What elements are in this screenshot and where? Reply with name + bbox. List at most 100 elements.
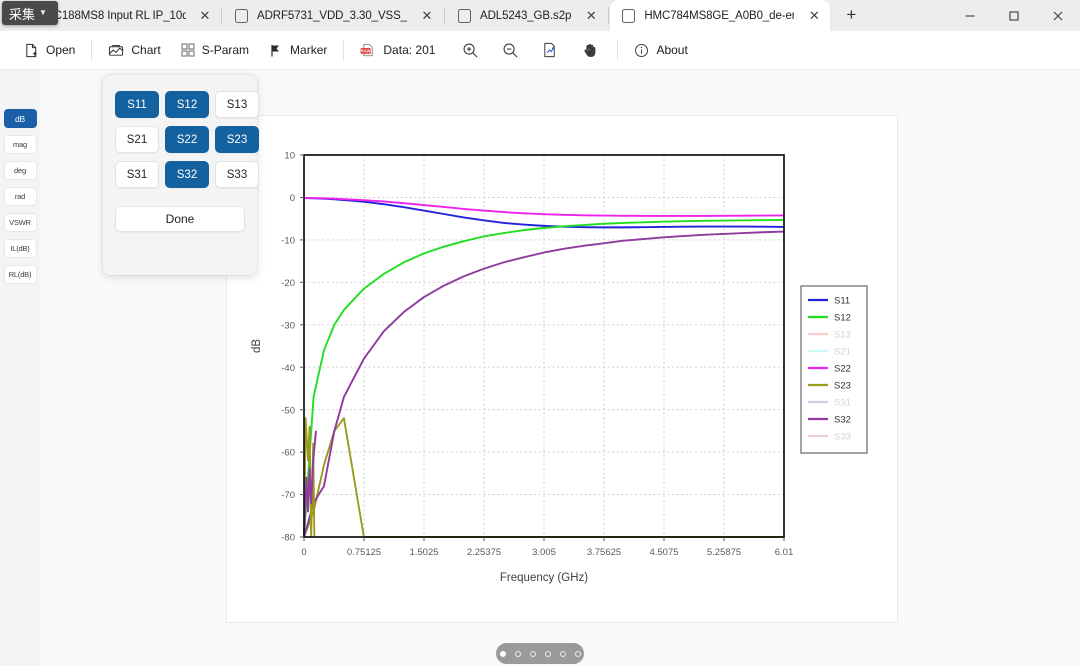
- page-dot[interactable]: [544, 650, 551, 657]
- ime-capture-badge[interactable]: 采集 ▼: [2, 1, 58, 25]
- sparam-popup[interactable]: S11 S12 S13 S21 S22 S23 S31 S32 S33 Done: [103, 75, 259, 275]
- sparam-toggle-label: S33: [226, 168, 248, 181]
- sidebar-item-label: VSWR: [9, 218, 31, 227]
- pan-hand-icon: [584, 43, 596, 57]
- new-tab-button[interactable]: +: [836, 1, 866, 29]
- about-button[interactable]: About: [624, 37, 697, 64]
- sparam-toggle-label: S23: [226, 133, 248, 146]
- zoom-out-button[interactable]: [493, 37, 527, 64]
- sparam-toggle-label: S11: [127, 98, 147, 111]
- tab-label: ADRF5731_VDD_3.30_VSS_-3.30: [257, 9, 407, 22]
- plot-background: [304, 155, 784, 537]
- page-dot[interactable]: [514, 650, 521, 657]
- sparam-toggle-s12[interactable]: S12: [165, 91, 209, 118]
- x-tick-label: 6.01: [775, 547, 794, 558]
- marker-button-label: Marker: [290, 43, 328, 57]
- y-tick-label: 10: [284, 151, 295, 162]
- chart-button[interactable]: Chart: [98, 37, 170, 64]
- tab-label: HMC188MS8 Input RL IP_10dBm: [36, 9, 186, 22]
- done-button-label: Done: [165, 212, 195, 226]
- legend-label-s13: S13: [834, 329, 851, 340]
- x-tick-label: 2.25375: [467, 547, 501, 558]
- x-tick-label: 3.005: [532, 547, 556, 558]
- sparameter-chart[interactable]: 10 0 -10 -20 -30 -40 -50 -60 -70 -80 0 0.75125 1.502…: [227, 116, 899, 624]
- tab-close-icon[interactable]: ✕: [419, 8, 435, 24]
- file-icon: [622, 8, 636, 23]
- zoom-in-button[interactable]: [453, 37, 487, 64]
- page-dot[interactable]: [499, 650, 506, 657]
- legend-label-s33: S33: [834, 431, 851, 442]
- sparam-toggle-s21[interactable]: S21: [115, 126, 159, 153]
- tab-close-icon[interactable]: ✕: [806, 8, 822, 24]
- tab-divider: [608, 7, 610, 24]
- sidebar-item-deg[interactable]: deg: [3, 161, 37, 180]
- page-dot[interactable]: [574, 650, 581, 657]
- sparam-toggle-s23[interactable]: S23: [215, 126, 259, 153]
- sidebar-item-rad[interactable]: rad: [3, 187, 37, 206]
- sparam-done-row: Done: [115, 206, 245, 232]
- y-tick-label: -70: [281, 490, 295, 501]
- page-indicator[interactable]: [496, 643, 584, 664]
- sparam-toggle-s33[interactable]: S33: [215, 161, 259, 188]
- toolbar-divider: [617, 40, 619, 60]
- sparam-toggle-label: S32: [176, 168, 198, 181]
- sidebar-item-vswr[interactable]: VSWR: [3, 213, 37, 232]
- new-tab-plus-icon: +: [846, 5, 857, 24]
- page-dot[interactable]: [559, 650, 566, 657]
- ime-badge-label: 采集: [9, 6, 36, 22]
- sparam-button[interactable]: S-Param: [171, 37, 259, 64]
- sparam-toggle-s22[interactable]: S22: [165, 126, 209, 153]
- tab-close-icon[interactable]: ✕: [583, 8, 599, 24]
- maximize-button[interactable]: [992, 0, 1036, 31]
- close-button[interactable]: [1036, 0, 1080, 31]
- app-window: HMC188MS8 Input RL IP_10dBm✕ADRF5731_VDD…: [0, 0, 1080, 666]
- y-tick-label: 0: [290, 193, 295, 204]
- sparam-toggle-s13[interactable]: S13: [215, 91, 259, 118]
- tab-item[interactable]: ADL5243_GB.s2p ✕: [446, 0, 607, 31]
- legend-label-s12: S12: [834, 312, 851, 323]
- marker-button[interactable]: Marker: [259, 37, 337, 64]
- y-tick-label: -40: [281, 363, 295, 374]
- y-tick-label: -30: [281, 320, 295, 331]
- chart-card[interactable]: 10 0 -10 -20 -30 -40 -50 -60 -70 -80 0 0.75125 1.502…: [226, 115, 898, 623]
- y-tick-label: -10: [281, 235, 295, 246]
- tab-divider: [221, 7, 222, 24]
- pan-button[interactable]: [573, 37, 607, 64]
- x-tick-label: 1.5025: [409, 547, 438, 558]
- x-tick-label: 3.75625: [587, 547, 621, 558]
- minimize-button[interactable]: [948, 0, 992, 31]
- sidebar-item-mag[interactable]: mag: [3, 135, 37, 154]
- sidebar-item-rl-db[interactable]: RL(dB): [3, 265, 37, 284]
- sparam-toggle-s32[interactable]: S32: [165, 161, 209, 188]
- y-tick-label: -20: [281, 278, 295, 289]
- edit-chart-button[interactable]: [533, 37, 567, 64]
- file-icon: [235, 8, 248, 23]
- toolbar-divider: [343, 40, 345, 60]
- tab-item[interactable]: HMC784MS8GE_A0B0_de-emb ✕: [610, 0, 831, 31]
- sparam-toggle-label: S13: [226, 98, 248, 111]
- done-button[interactable]: Done: [115, 206, 245, 232]
- tab-close-icon[interactable]: ✕: [198, 8, 212, 24]
- tab-item[interactable]: ADRF5731_VDD_3.30_VSS_-3.30 ✕: [223, 0, 443, 31]
- sidebar-item-label: deg: [14, 166, 26, 175]
- data-count-button[interactable]: RAW Data: 201: [350, 37, 445, 64]
- legend-label-s31: S31: [834, 397, 851, 408]
- legend-label-s22: S22: [834, 363, 851, 374]
- open-button[interactable]: Open: [14, 37, 85, 64]
- page-dot[interactable]: [529, 650, 536, 657]
- sidebar-item-il-db[interactable]: IL(dB): [3, 239, 37, 258]
- about-button-label: About: [656, 43, 688, 57]
- svg-text:RAW: RAW: [361, 48, 372, 53]
- legend-label-s32: S32: [834, 414, 851, 425]
- sparam-toggle-s11[interactable]: S11: [115, 91, 159, 118]
- x-tick-label: 5.25875: [707, 547, 741, 558]
- tab-divider: [444, 7, 445, 24]
- chevron-down-icon: ▼: [39, 8, 47, 17]
- sparam-toggle-label: S31: [126, 168, 148, 181]
- legend-label-s11: S11: [834, 295, 850, 306]
- sidebar-item-db[interactable]: dB: [3, 109, 37, 128]
- sparam-toggle-s31[interactable]: S31: [115, 161, 159, 188]
- info-icon: [634, 43, 649, 58]
- tab-label: HMC784MS8GE_A0B0_de-emb: [644, 9, 795, 22]
- legend-label-s23: S23: [834, 380, 851, 391]
